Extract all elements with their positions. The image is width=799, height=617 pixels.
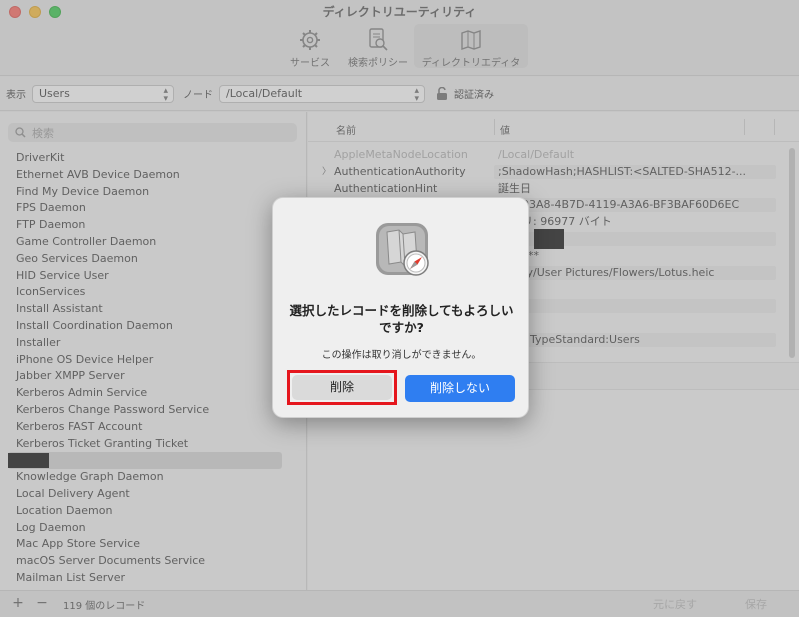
dialog-title: 選択したレコードを削除してもよろしいですか? <box>289 303 514 335</box>
dont-delete-button[interactable]: 削除しない <box>405 375 515 402</box>
delete-button[interactable]: 削除 <box>292 375 392 400</box>
directory-utility-app-icon <box>376 223 429 276</box>
delete-confirmation-dialog: 選択したレコードを削除してもよろしいですか? この操作は取り消しができません。 … <box>272 197 529 418</box>
dialog-message: この操作は取り消しができません。 <box>321 350 482 361</box>
